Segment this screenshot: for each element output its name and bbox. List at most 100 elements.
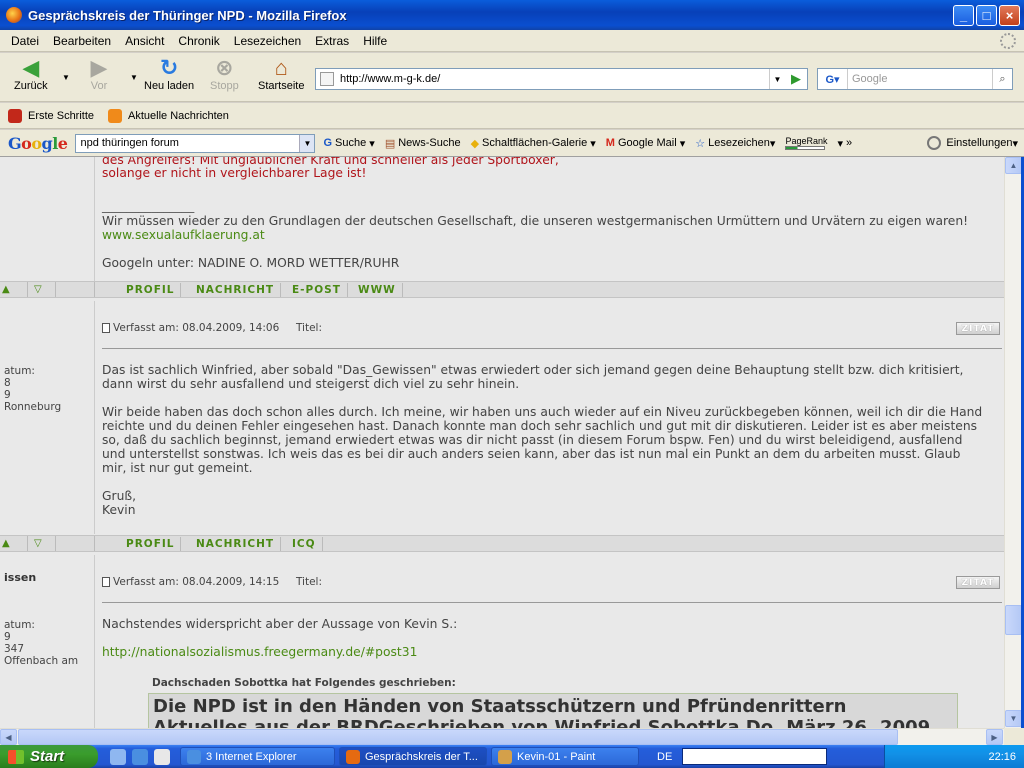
sidebar-line: 347 (4, 643, 25, 655)
divider (8, 536, 28, 551)
url-bar[interactable]: http://www.m-g-k.de/ ▼ ▶ (315, 68, 808, 90)
firefox-icon (346, 749, 360, 764)
quote-header: Dachschaden Sobottka hat Folgendes gesch… (152, 677, 456, 689)
post2-greeting: Gruß, (102, 489, 137, 503)
email-button[interactable]: E-POST (286, 283, 348, 297)
language-indicator[interactable]: DE (657, 751, 672, 763)
search-box[interactable]: G▾ Google ⌕ (817, 68, 1013, 90)
message-button[interactable]: NACHRICHT (190, 537, 282, 551)
sidebar-line: Offenbach am (4, 655, 79, 667)
menu-datei[interactable]: Datei (4, 34, 46, 48)
bookmark-label: Aktuelle Nachrichten (128, 109, 229, 122)
button-gallery[interactable]: ◆ Schaltflächen-Galerie ▾ (471, 137, 596, 150)
system-tray: 22:16 (884, 745, 1024, 768)
profile-button[interactable]: PROFIL (120, 283, 182, 297)
window-controls: _ □ × (953, 5, 1020, 26)
forward-history-dropdown[interactable]: ▼ (130, 73, 138, 82)
menu-hilfe[interactable]: Hilfe (356, 34, 394, 48)
taskbar: Start 3 Internet Explorer Gesprächskreis… (0, 745, 1024, 768)
url-history-dropdown[interactable]: ▼ (769, 69, 785, 89)
settings-button[interactable]: Einstellungen ▾ (927, 136, 1018, 150)
paint-icon (498, 749, 512, 764)
quote-button[interactable]: ZITAT (956, 322, 1000, 335)
search-icon[interactable]: ⌕ (992, 69, 1012, 89)
pagerank-indicator[interactable]: PageRank (785, 136, 827, 150)
scroll-right-icon[interactable]: ▶ (986, 729, 1003, 745)
close-button[interactable]: × (999, 5, 1020, 26)
post2-action-bar: ▲ ▽ PROFIL NACHRICHT ICQ (0, 535, 1004, 552)
scroll-left-icon[interactable]: ◀ (0, 729, 17, 745)
google-mail-button[interactable]: M Google Mail ▾ (606, 137, 685, 150)
post2-title-label: Titel: (295, 322, 323, 334)
divider (55, 536, 56, 551)
clock[interactable]: 22:16 (988, 751, 1016, 763)
hscroll-thumb[interactable] (18, 729, 898, 745)
post3-author[interactable]: issen (4, 571, 36, 584)
post1-action-bar: ▲ ▽ PROFIL NACHRICHT E-POST WWW (0, 281, 1004, 298)
scroll-up-icon[interactable]: ▲ (1005, 157, 1022, 174)
menu-lesezeichen[interactable]: Lesezeichen (227, 34, 308, 48)
minimize-button[interactable]: _ (953, 5, 974, 26)
www-button[interactable]: WWW (352, 283, 403, 297)
back-button[interactable]: ◀ Zurück (14, 55, 48, 92)
post2-para2-line2: reichte und du deinen Fehler eingesehen … (102, 419, 978, 433)
bookmark-erste-schritte[interactable]: Erste Schritte (8, 108, 95, 123)
maximize-button[interactable]: □ (976, 5, 997, 26)
profile-button[interactable]: PROFIL (120, 537, 182, 551)
post3-link[interactable]: http://nationalsozialismus.freegermany.d… (102, 645, 417, 659)
menu-extras[interactable]: Extras (308, 34, 356, 48)
google-engine-icon[interactable]: G▾ (818, 69, 848, 89)
gallery-icon: ◆ (470, 137, 480, 150)
menu-bearbeiten[interactable]: Bearbeiten (46, 34, 118, 48)
scroll-thumb[interactable] (1005, 605, 1022, 635)
signature-rule: _______________ (102, 199, 195, 213)
task-paint[interactable]: Kevin-01 - Paint (491, 747, 639, 766)
vertical-scrollbar[interactable]: ▲ ▼ (1004, 157, 1022, 728)
scroll-down-icon[interactable]: ▼ (1005, 710, 1022, 727)
forward-button[interactable]: ▶ Vor (86, 55, 112, 92)
menu-chronik[interactable]: Chronik (171, 34, 226, 48)
post2-signature: Kevin (102, 503, 136, 517)
throbber-icon (1000, 33, 1016, 49)
mail-label: Google Mail (617, 137, 677, 149)
home-button[interactable]: ⌂ Startseite (258, 55, 304, 92)
post3-sidebar-info: atum: 9 347 Offenbach am (4, 619, 78, 667)
horizontal-scrollbar[interactable]: ◀ ▶ (0, 728, 1004, 745)
desktop-icon[interactable] (154, 748, 170, 765)
google-search-button[interactable]: G Suche ▾ (323, 137, 374, 150)
signature-link[interactable]: www.sexualaufklaerung.at (102, 228, 265, 242)
message-button[interactable]: NACHRICHT (190, 283, 282, 297)
start-button[interactable]: Start (0, 745, 98, 768)
menu-ansicht[interactable]: Ansicht (118, 34, 171, 48)
windows-flag-icon (8, 749, 24, 764)
home-icon: ⌂ (274, 55, 288, 80)
task-internet-explorer[interactable]: 3 Internet Explorer (180, 747, 335, 766)
icq-button[interactable]: ICQ (286, 537, 323, 551)
stop-button[interactable]: ⊗ Stopp (210, 55, 239, 92)
divider (102, 348, 1002, 349)
google-toolbar: Google npd thüringen forum ▼ G Suche ▾ ▤… (0, 130, 1024, 157)
task-label: Gesprächskreis der T... (365, 750, 478, 763)
down-arrow-icon[interactable]: ▽ (34, 538, 42, 549)
quicklaunch-icon[interactable] (110, 748, 126, 765)
divider (8, 282, 28, 297)
menu-bar: Datei Bearbeiten Ansicht Chronik Lesezei… (0, 30, 1024, 52)
quote-button[interactable]: ZITAT (956, 576, 1000, 589)
go-icon[interactable]: ▶ (787, 70, 805, 88)
google-query-dropdown[interactable]: ▼ (299, 134, 315, 152)
bookmark-label: Erste Schritte (28, 109, 95, 122)
taskbar-search[interactable] (682, 748, 828, 765)
ie-icon[interactable] (132, 748, 148, 765)
reload-button[interactable]: ↻ Neu laden (144, 55, 194, 92)
more-button[interactable]: ▾ » (837, 137, 852, 150)
news-search-button[interactable]: ▤ News-Suche (385, 137, 461, 150)
google-bookmarks-button[interactable]: ☆ Lesezeichen ▾ (695, 137, 775, 150)
down-arrow-icon[interactable]: ▽ (34, 284, 42, 295)
mail-icon: M (605, 137, 615, 149)
forward-label: Vor (90, 80, 108, 92)
bookmark-aktuelle-nachrichten[interactable]: Aktuelle Nachrichten (108, 108, 229, 123)
google-search-input[interactable]: npd thüringen forum ▼ (75, 133, 316, 153)
back-history-dropdown[interactable]: ▼ (62, 73, 70, 82)
task-firefox[interactable]: Gesprächskreis der T... (339, 747, 487, 766)
pagerank-bar (785, 145, 826, 150)
